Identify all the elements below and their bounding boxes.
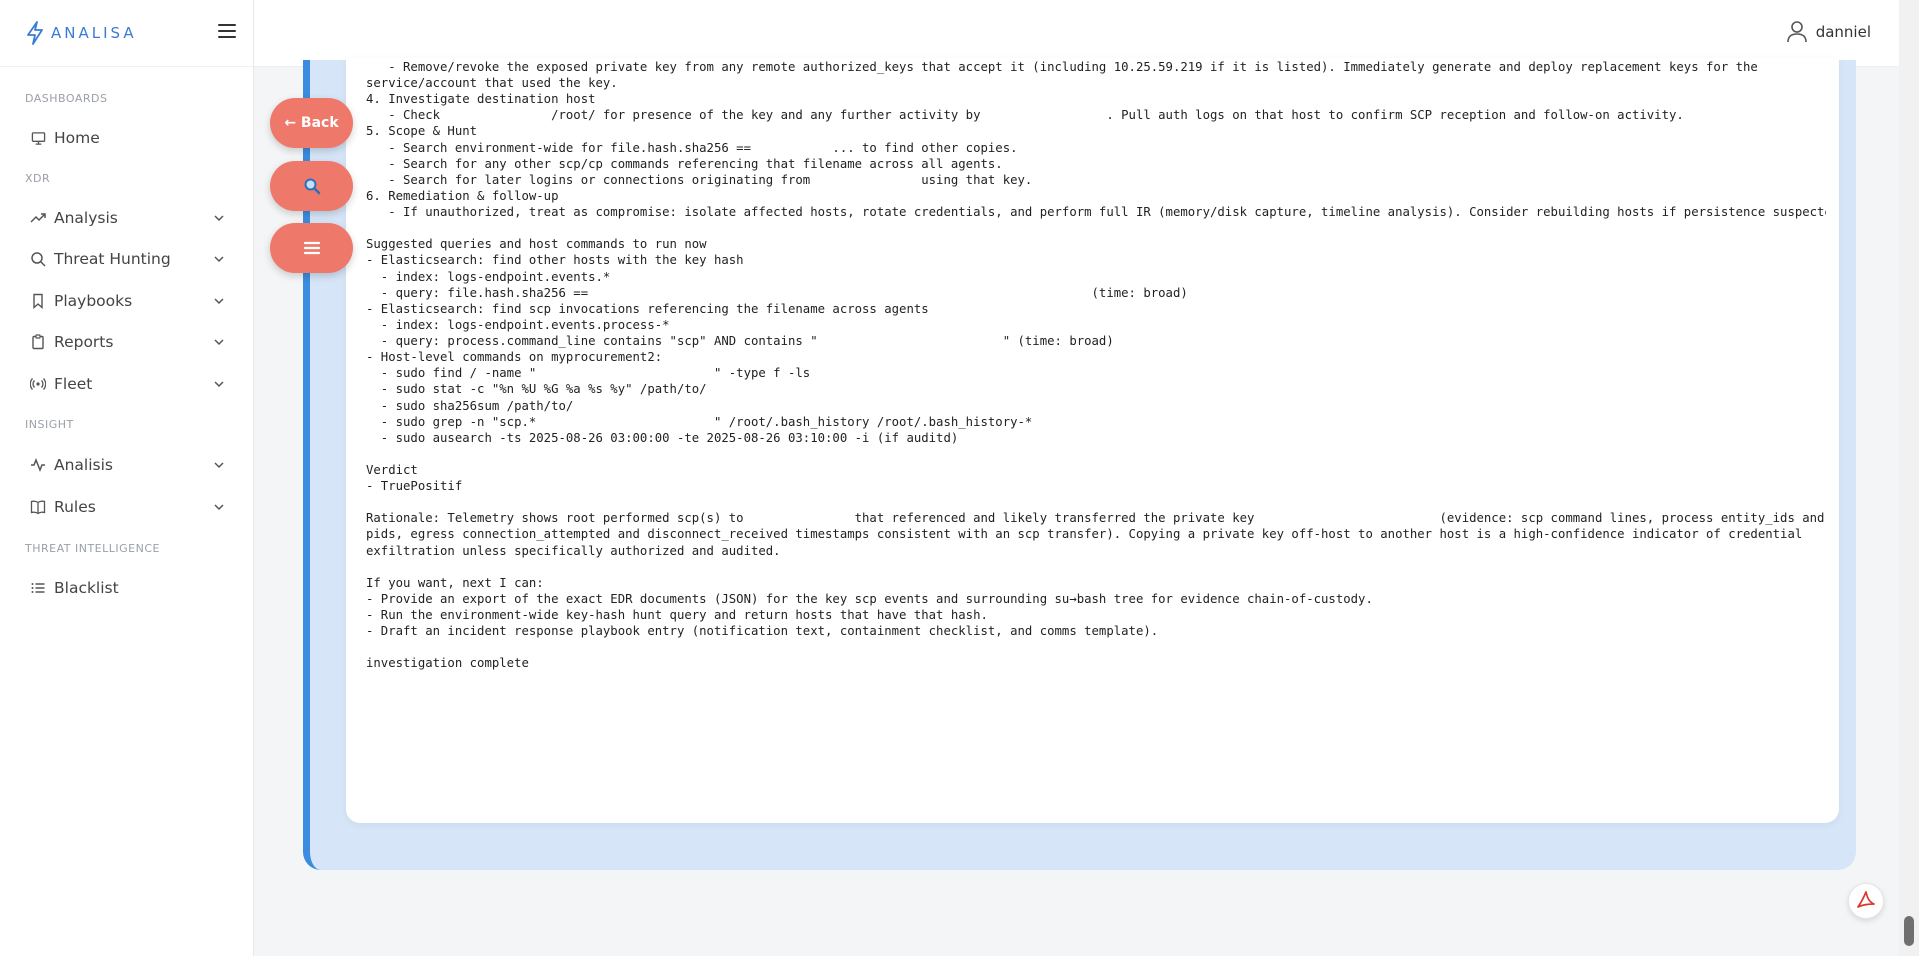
sidebar-item-analysis[interactable]: Analysis <box>0 198 254 238</box>
sidebar-item-playbooks[interactable]: Playbooks <box>0 281 254 321</box>
pdf-export-button[interactable] <box>1848 883 1884 919</box>
sidebar-item-rules[interactable]: Rules <box>0 487 254 527</box>
broadcast-icon <box>30 376 46 392</box>
section-title-dashboards: DASHBOARDS <box>25 92 108 105</box>
report-line: - Draft an incident response playbook en… <box>366 624 1159 639</box>
chevron-down-icon <box>214 462 224 469</box>
sidebar-item-label: Fleet <box>54 375 93 393</box>
report-line: - If unauthorized, treat as compromise: … <box>366 205 1826 220</box>
chevron-down-icon <box>214 339 224 346</box>
list-icon <box>30 580 46 596</box>
sidebar-item-label: Analysis <box>54 209 118 227</box>
back-button-label: ← Back <box>284 115 339 131</box>
book-icon <box>30 499 46 515</box>
chevron-down-icon <box>214 504 224 511</box>
sidebar-item-label: Reports <box>54 333 114 351</box>
top-header: danniel <box>254 0 1899 67</box>
sidebar-item-home[interactable]: Home <box>0 118 254 158</box>
section-title-insight: INSIGHT <box>25 418 74 431</box>
page-scrollbar[interactable] <box>1899 0 1919 956</box>
sidebar-item-label: Analisis <box>54 456 113 474</box>
report-line: - Check /root/ for presence of the key a… <box>366 108 1684 123</box>
sidebar-item-reports[interactable]: Reports <box>0 322 254 362</box>
sidebar-item-analisis[interactable]: Analisis <box>0 445 254 485</box>
report-line: investigation complete <box>366 656 529 671</box>
bookmark-icon <box>30 293 46 309</box>
magnifier-icon <box>304 178 320 195</box>
menu-icon <box>303 241 320 255</box>
username: danniel <box>1815 23 1871 41</box>
activity-icon <box>30 457 46 473</box>
menu-toggle-icon[interactable] <box>218 24 236 42</box>
sidebar-item-label: Playbooks <box>54 292 133 310</box>
user-menu[interactable]: danniel <box>1786 20 1871 44</box>
user-icon <box>1786 21 1807 43</box>
investigation-report: - Remove/revoke the exposed private key … <box>366 58 1826 808</box>
report-line: exfiltration unless specifically authori… <box>366 543 781 558</box>
sidebar-item-label: Home <box>54 129 100 147</box>
monitor-icon <box>30 130 46 146</box>
sidebar-item-blacklist[interactable]: Blacklist <box>0 568 254 608</box>
trend-icon <box>30 210 46 226</box>
search-button[interactable] <box>270 161 353 211</box>
chevron-down-icon <box>214 381 224 388</box>
chevron-down-icon <box>214 298 224 305</box>
sidebar-item-label: Blacklist <box>54 579 119 597</box>
section-title-xdr: XDR <box>25 172 51 185</box>
sidebar-item-fleet[interactable]: Fleet <box>0 364 254 404</box>
scrollbar-thumb[interactable] <box>1904 916 1914 946</box>
brand-name: ANALISA <box>51 24 137 42</box>
sidebar: ANALISA DASHBOARDS Home XDR Analysis Thr… <box>0 0 254 956</box>
lightning-logo-icon <box>27 21 43 45</box>
clipboard-icon <box>30 334 46 350</box>
pdf-icon <box>1857 891 1875 908</box>
sidebar-item-threat-hunting[interactable]: Threat Hunting <box>0 239 254 279</box>
search-icon <box>30 251 46 267</box>
chevron-down-icon <box>214 215 224 222</box>
brand[interactable]: ANALISA <box>0 0 253 67</box>
report-line: - sudo ausearch -ts 2025-08-26 03:00:00 … <box>366 430 959 445</box>
report-line: - TruePositif <box>366 479 463 494</box>
sidebar-item-label: Threat Hunting <box>54 250 171 268</box>
section-title-threat-intelligence: THREAT INTELLIGENCE <box>25 542 160 555</box>
menu-button[interactable] <box>270 223 353 273</box>
back-button[interactable]: ← Back <box>270 98 353 148</box>
sidebar-item-label: Rules <box>54 498 96 516</box>
chevron-down-icon <box>214 256 224 263</box>
